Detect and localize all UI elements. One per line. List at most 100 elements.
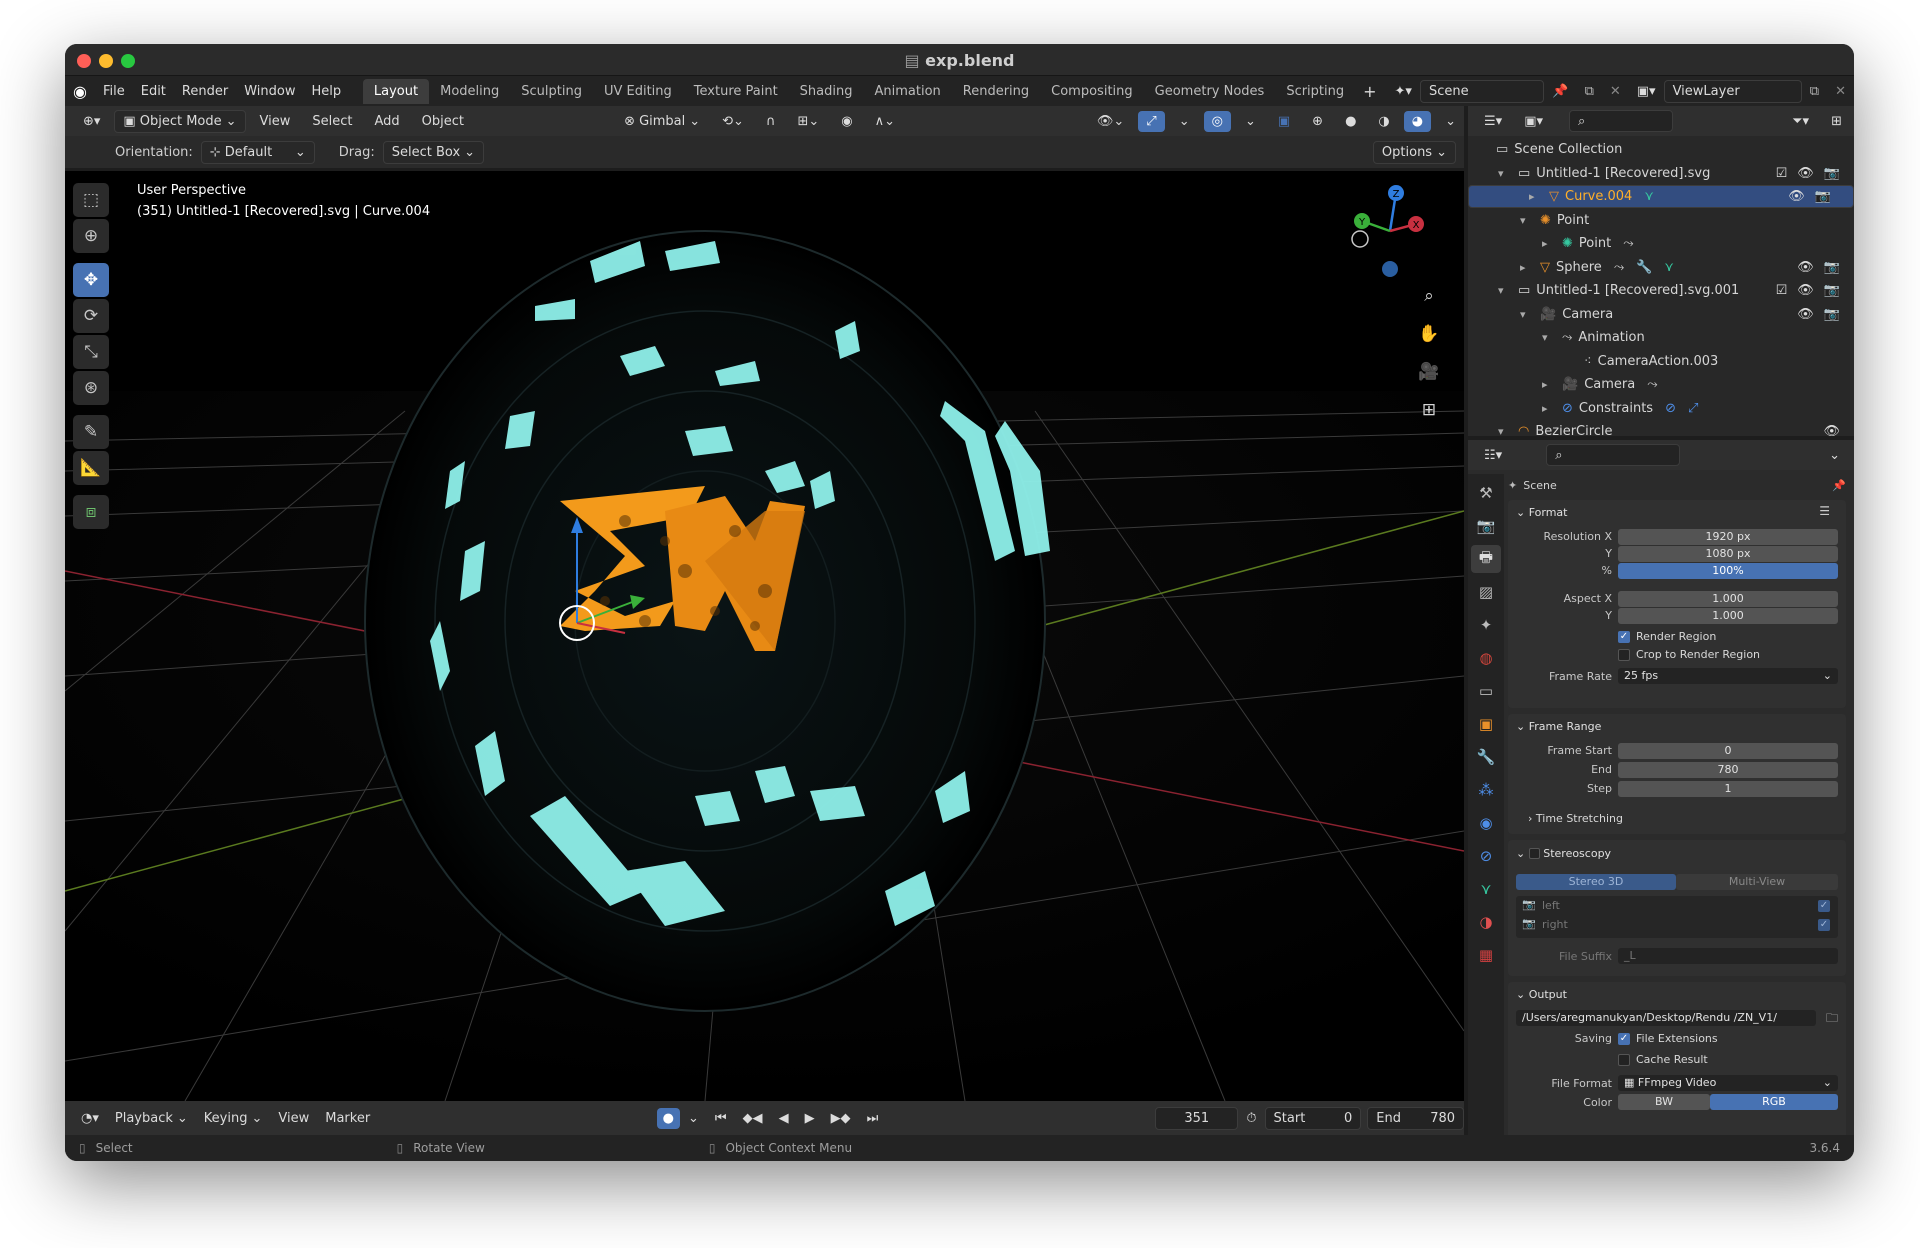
select-menu[interactable]: Select: [304, 111, 360, 132]
navigation-gizmo[interactable]: Z Y X: [1332, 179, 1452, 289]
object-menu[interactable]: Object: [414, 111, 472, 132]
disclosure-triangle-icon[interactable]: ▸: [1520, 261, 1536, 274]
format-panel-header[interactable]: ⌄ Format: [1516, 506, 1567, 519]
eye-icon[interactable]: 👁: [1823, 424, 1840, 439]
outliner-search-input[interactable]: ⌕: [1569, 110, 1673, 132]
frame-step-field[interactable]: 1: [1618, 781, 1838, 797]
frame-start-field[interactable]: 0: [1618, 743, 1838, 759]
output-path-field[interactable]: /Users/aregmanukyan/Desktop/Rendu /ZN_V1…: [1516, 1010, 1816, 1026]
transform-tool[interactable]: ⊛: [73, 371, 109, 405]
disclosure-triangle-icon[interactable]: ▾: [1520, 214, 1536, 227]
proportional-edit-toggle[interactable]: ◉: [833, 111, 860, 132]
disclosure-triangle-icon[interactable]: ▸: [1542, 237, 1558, 250]
measure-tool[interactable]: 📐: [73, 451, 109, 485]
options-dropdown[interactable]: Options ⌄: [1372, 140, 1456, 164]
pivot-point-dropdown[interactable]: ⟲⌄: [714, 111, 752, 132]
view-menu[interactable]: View: [252, 111, 299, 132]
resolution-x-field[interactable]: 1920 px: [1618, 529, 1838, 545]
scene-tab[interactable]: ✦: [1471, 611, 1501, 639]
annotate-tool[interactable]: ✎: [73, 415, 109, 449]
render-camera-icon[interactable]: 📷: [1824, 307, 1840, 322]
eye-icon[interactable]: 👁: [1788, 189, 1805, 204]
gizmo-toggle[interactable]: ⤢: [1138, 110, 1165, 132]
frame-end-field[interactable]: 780: [1618, 762, 1838, 778]
play-reverse-button[interactable]: ◀: [771, 1108, 797, 1129]
output-panel-header[interactable]: ⌄ Output: [1516, 988, 1567, 1001]
add-menu[interactable]: Add: [367, 111, 408, 132]
pin-icon[interactable]: 📌: [1832, 479, 1846, 492]
disclosure-triangle-icon[interactable]: ▾: [1542, 331, 1558, 344]
resolution-y-field[interactable]: 1080 px: [1618, 546, 1838, 562]
outliner-row[interactable]: ▾ ⤳ Animation: [1468, 326, 1854, 349]
snap-target-dropdown[interactable]: ⊞⌄: [789, 111, 827, 132]
file-format-dropdown[interactable]: ▦ FFmpeg Video ⌄: [1618, 1075, 1838, 1091]
render-region-checkbox[interactable]: ✓: [1618, 631, 1630, 643]
resolution-percent-field[interactable]: 100%: [1618, 563, 1838, 579]
workspace-tab-shading[interactable]: Shading: [789, 79, 864, 104]
timeline-editor-type-button[interactable]: ◔▾: [73, 1108, 107, 1129]
outliner-row[interactable]: ▸ ▽ Sphere ⤳ 🔧 ⋎ 👁 📷: [1468, 256, 1854, 279]
3d-viewport[interactable]: User Perspective (351) Untitled-1 [Recov…: [65, 171, 1464, 1101]
view-layer-tab[interactable]: ▨: [1471, 578, 1501, 606]
modifier-tab[interactable]: 🔧: [1471, 743, 1501, 771]
disclosure-triangle-icon[interactable]: ▾: [1498, 167, 1514, 180]
menu-render[interactable]: Render: [174, 84, 236, 99]
overlays-toggle[interactable]: ◎: [1203, 110, 1231, 132]
aspect-y-field[interactable]: 1.000: [1618, 608, 1838, 624]
workspace-tab-sculpting[interactable]: Sculpting: [510, 79, 593, 104]
timeline-view-menu[interactable]: View: [270, 1108, 317, 1129]
frame-rate-dropdown[interactable]: 25 fps ⌄: [1618, 668, 1838, 684]
folder-icon[interactable]: 🗀: [1826, 1009, 1838, 1030]
outliner-editor-type-button[interactable]: ☰▾: [1476, 111, 1510, 132]
pin-scene-icon[interactable]: 📌: [1544, 84, 1576, 99]
eye-icon[interactable]: 👁: [1797, 307, 1814, 322]
disclosure-triangle-icon[interactable]: ▸: [1542, 402, 1558, 415]
world-tab[interactable]: ◍: [1471, 644, 1501, 672]
view-layer-selector[interactable]: ▣▾: [1629, 81, 1664, 102]
outliner-row[interactable]: ▾ 🎥 Camera 👁 📷: [1468, 303, 1854, 326]
left-view-checkbox[interactable]: ✓: [1818, 900, 1830, 912]
shading-material-button[interactable]: ◑: [1370, 111, 1397, 132]
jump-to-end-button[interactable]: ⏭: [859, 1108, 887, 1129]
render-camera-icon[interactable]: 📷: [1824, 166, 1840, 181]
properties-options-dropdown[interactable]: ⌄: [1821, 445, 1848, 466]
cache-result-checkbox[interactable]: [1618, 1054, 1630, 1066]
add-cube-tool[interactable]: ⧈: [73, 495, 109, 529]
workspace-tab-layout[interactable]: Layout: [362, 78, 430, 104]
texture-tab[interactable]: ▦: [1471, 941, 1501, 969]
outliner-row[interactable]: ▾ ✺ Point: [1468, 209, 1854, 232]
outliner-row[interactable]: ▾ ▭ Untitled-1 [Recovered].svg.001 ☑ 👁 📷: [1468, 279, 1854, 302]
collection-tab[interactable]: ▭: [1471, 677, 1501, 705]
object-mode-dropdown[interactable]: ▣ Object Mode ⌄: [114, 109, 246, 133]
outliner-row[interactable]: ▭ Scene Collection: [1468, 138, 1854, 161]
shading-rendered-button[interactable]: ◕: [1403, 110, 1432, 132]
camera-view-icon[interactable]: 🎥: [1412, 355, 1446, 389]
use-preview-range-toggle[interactable]: ⏱: [1238, 1108, 1264, 1129]
disclosure-triangle-icon[interactable]: ▸: [1529, 190, 1545, 203]
physics-tab[interactable]: ◉: [1471, 809, 1501, 837]
scale-tool[interactable]: ⤡: [73, 335, 109, 369]
move-tool[interactable]: ✥: [73, 263, 109, 297]
auto-keying-dropdown[interactable]: ⌄: [680, 1108, 707, 1129]
select-box-tool[interactable]: ⬚: [73, 183, 109, 217]
visibility-dropdown[interactable]: 👁⌄: [1089, 111, 1132, 132]
workspace-tab-modeling[interactable]: Modeling: [429, 79, 510, 104]
constraints-tab[interactable]: ⊘: [1471, 842, 1501, 870]
rotate-tool[interactable]: ⟳: [73, 299, 109, 333]
outliner-row[interactable]: ▸ 🎥 Camera ⤳: [1468, 373, 1854, 396]
perspective-grid-icon[interactable]: ⊞: [1412, 393, 1446, 427]
scene-selector[interactable]: ✦▾: [1387, 81, 1420, 102]
tool-tab[interactable]: ⚒: [1471, 479, 1501, 507]
xray-toggle[interactable]: ▣: [1270, 111, 1298, 132]
drag-dropdown[interactable]: Select Box ⌄: [382, 140, 485, 164]
marker-menu[interactable]: Marker: [317, 1108, 378, 1129]
new-view-layer-icon[interactable]: ⧉: [1802, 84, 1827, 99]
file-suffix-field[interactable]: _L: [1618, 948, 1838, 964]
workspace-tab-uv-editing[interactable]: UV Editing: [593, 79, 683, 104]
menu-window[interactable]: Window: [236, 84, 303, 99]
jump-next-keyframe-button[interactable]: ▶◆: [823, 1108, 859, 1129]
disclosure-triangle-icon[interactable]: ▾: [1520, 308, 1536, 321]
playback-menu[interactable]: Playback ⌄: [107, 1108, 196, 1129]
data-tab[interactable]: ⋎: [1471, 875, 1501, 903]
orientation-dropdown[interactable]: ⊹ Default ⌄: [200, 140, 315, 164]
